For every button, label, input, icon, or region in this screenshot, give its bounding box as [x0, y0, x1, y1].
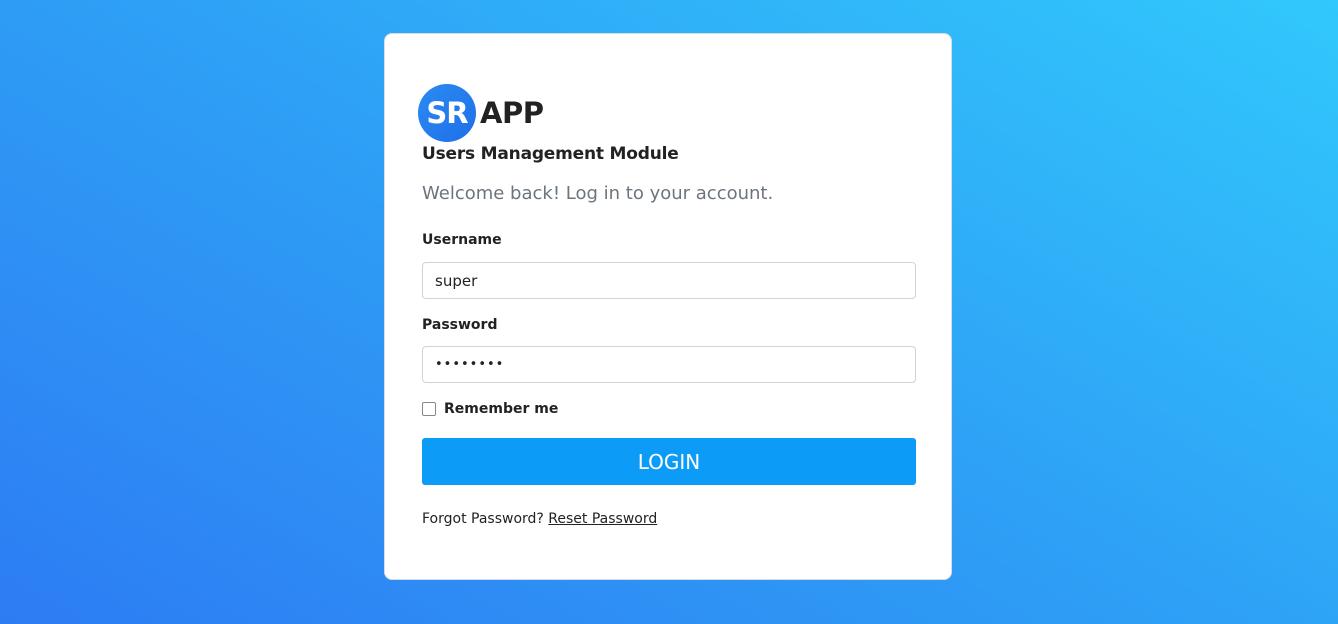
- reset-password-link[interactable]: Reset Password: [548, 511, 657, 527]
- password-input[interactable]: ••••••••: [422, 346, 916, 383]
- welcome-text: Welcome back! Log in to your account.: [422, 183, 774, 204]
- username-input[interactable]: super: [422, 262, 916, 299]
- logo-text: APP: [480, 96, 544, 130]
- username-label: Username: [422, 232, 502, 248]
- module-title: Users Management Module: [422, 144, 679, 164]
- password-label: Password: [422, 317, 498, 333]
- remember-checkbox[interactable]: [422, 402, 436, 416]
- forgot-password: Forgot Password? Reset Password: [422, 511, 657, 527]
- login-card: SR APP Users Management Module Welcome b…: [384, 33, 952, 580]
- remember-me[interactable]: Remember me: [422, 401, 558, 417]
- brand-logo: SR APP: [418, 84, 544, 142]
- login-button[interactable]: LOGIN: [422, 438, 916, 485]
- logo-circle: SR: [418, 84, 476, 142]
- remember-label: Remember me: [444, 401, 559, 417]
- forgot-text: Forgot Password?: [422, 511, 544, 527]
